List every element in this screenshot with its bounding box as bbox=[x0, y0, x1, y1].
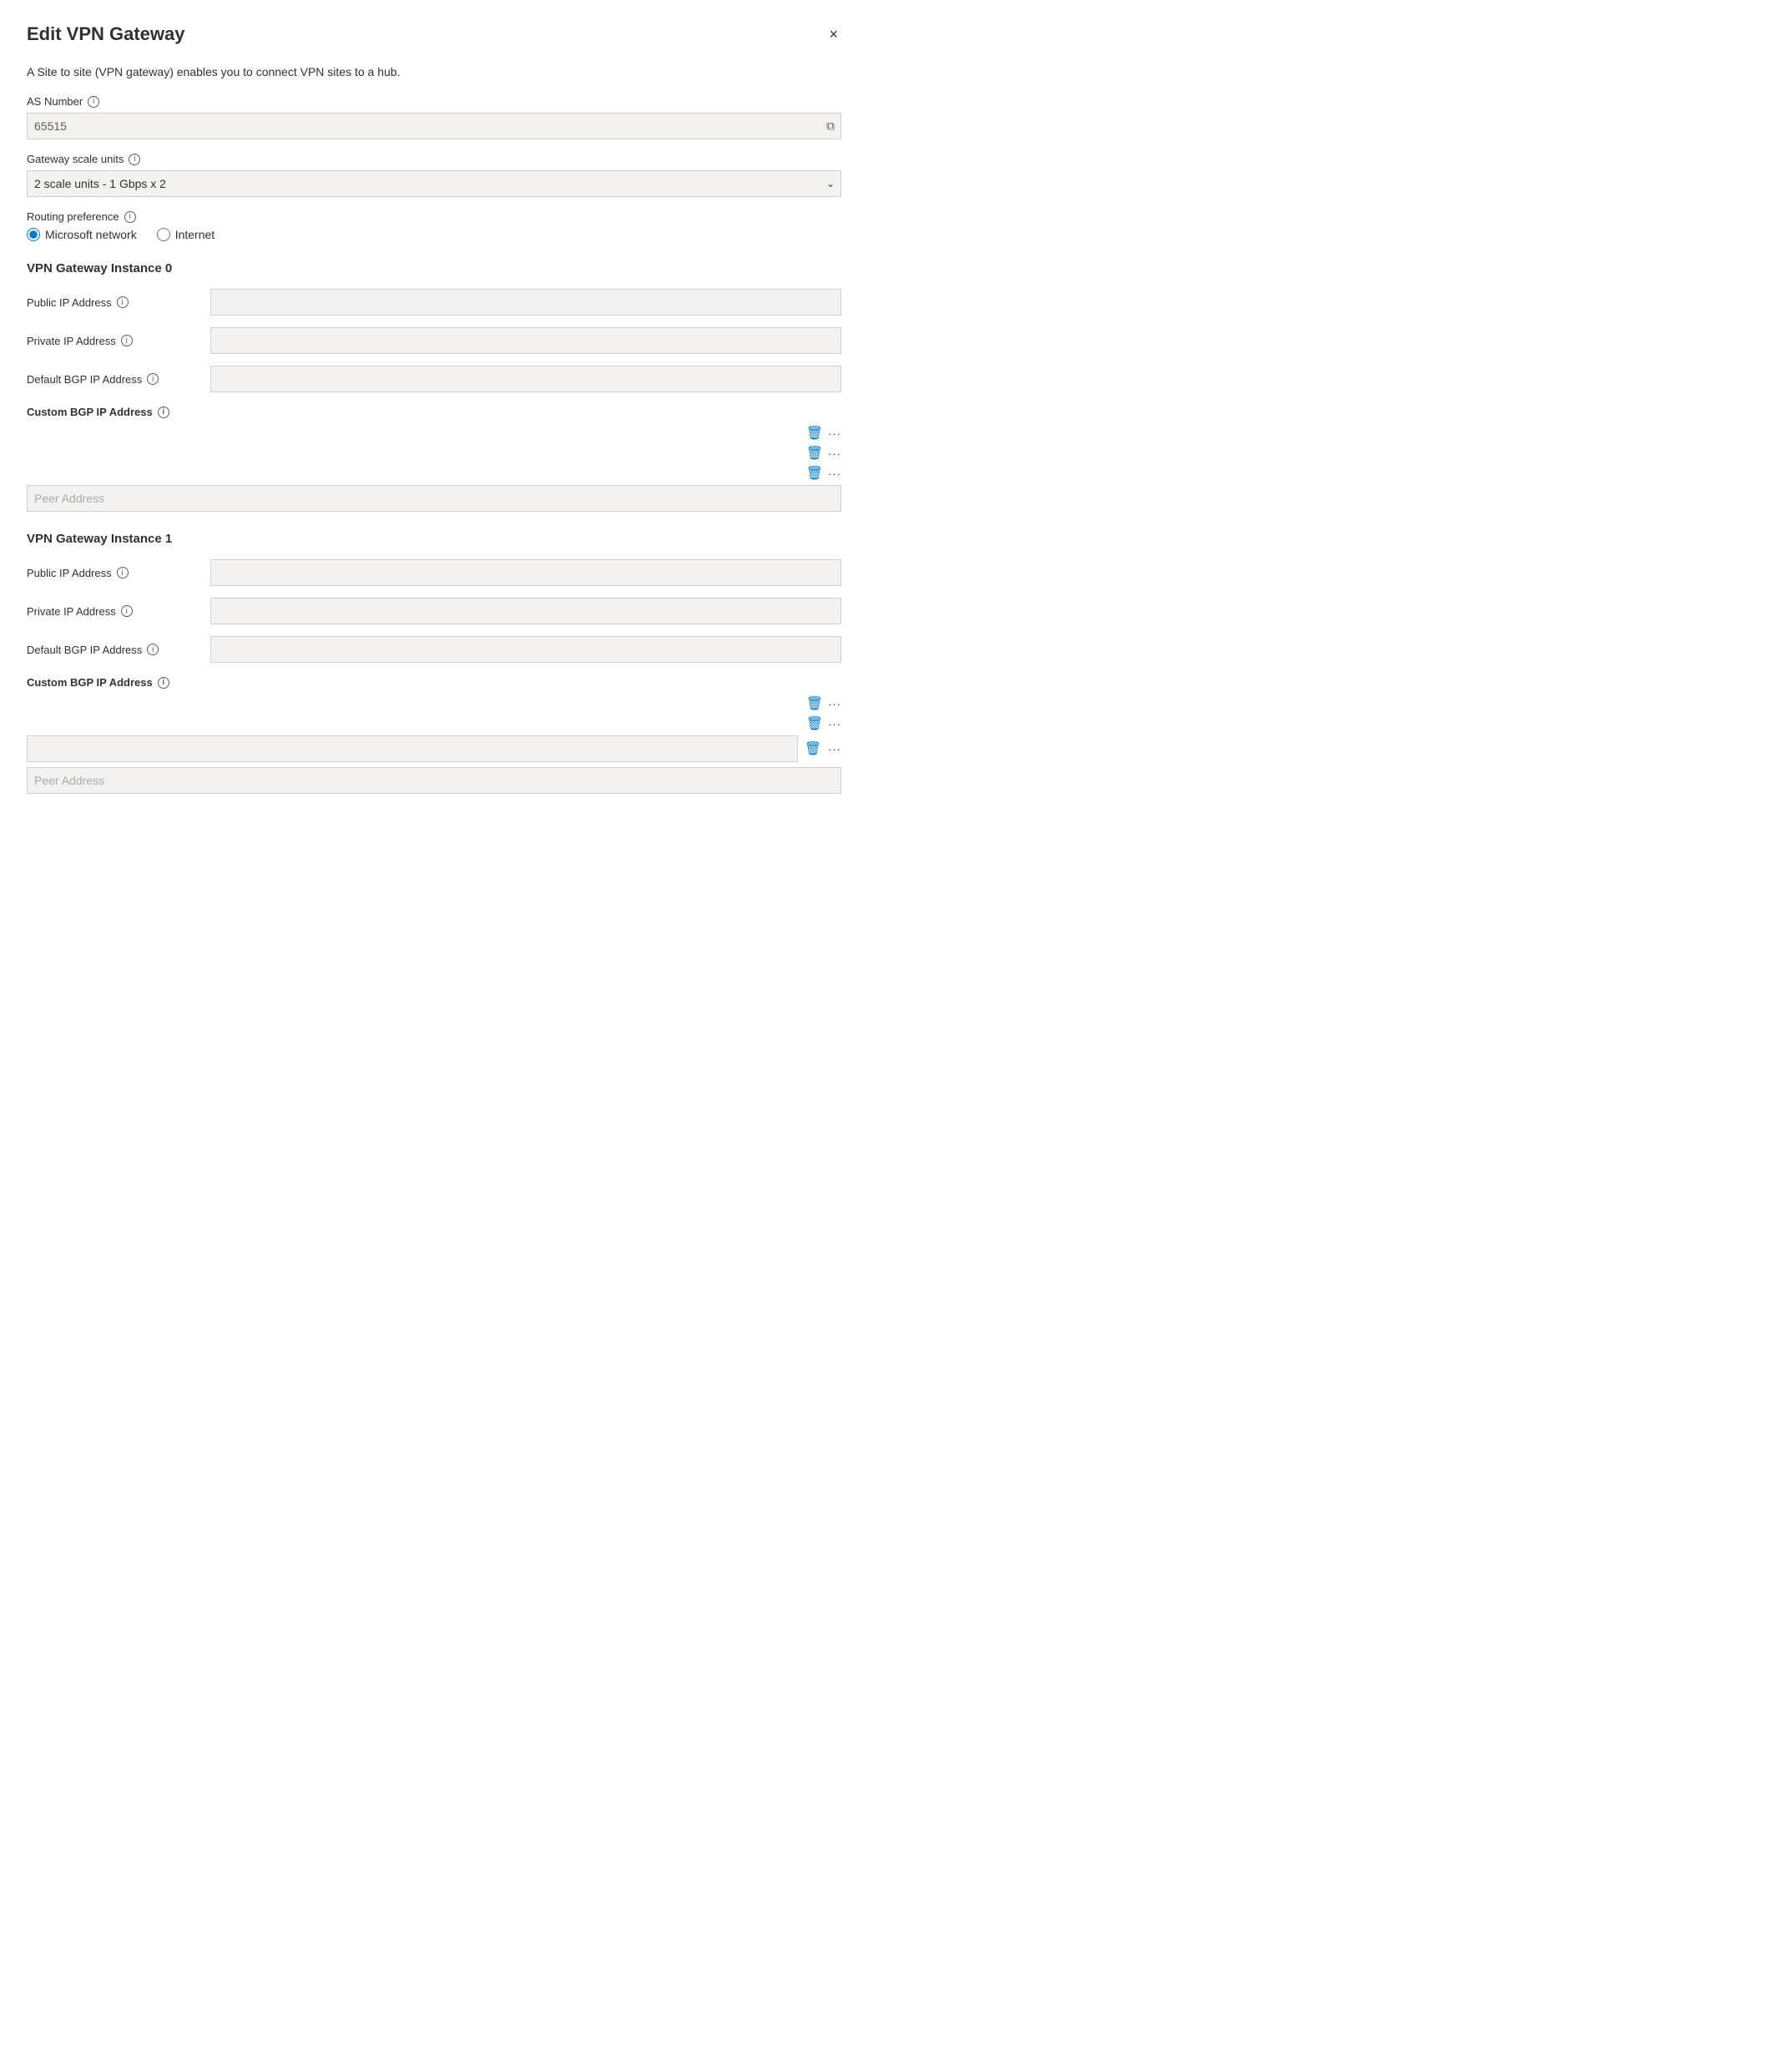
as-number-input-wrapper: ⧉ bbox=[27, 113, 841, 139]
routing-preference-info-icon[interactable]: i bbox=[124, 211, 136, 223]
instance0-private-ip-row: Private IP Address i bbox=[27, 327, 841, 354]
instance1-peer-address-group bbox=[27, 767, 841, 794]
dialog-description: A Site to site (VPN gateway) enables you… bbox=[27, 65, 841, 78]
instance1-bgp-row3-more-icon[interactable]: ··· bbox=[828, 743, 841, 755]
instance1-default-bgp-input-wrapper bbox=[210, 636, 841, 663]
instance0-private-ip-info-icon[interactable]: i bbox=[121, 335, 133, 346]
instance1-default-bgp-input[interactable] bbox=[210, 636, 841, 663]
instance0-bgp-row2-actions: 🗑 ··· bbox=[27, 445, 841, 462]
instance1-default-bgp-info-icon[interactable]: i bbox=[147, 644, 159, 655]
as-number-input[interactable] bbox=[27, 113, 841, 139]
instance0-custom-bgp-info-icon[interactable]: i bbox=[158, 407, 169, 418]
instance1-private-ip-label: Private IP Address i bbox=[27, 605, 210, 618]
instance1-bgp-row1-trash-icon[interactable]: 🗑 bbox=[806, 695, 823, 712]
instance0-default-bgp-input-wrapper bbox=[210, 366, 841, 392]
instance0-peer-address-group bbox=[27, 485, 841, 512]
instance1-bgp-row2-more-icon[interactable]: ··· bbox=[828, 718, 841, 730]
instance1-bgp-row2-actions: 🗑 ··· bbox=[27, 715, 841, 732]
instance1-bgp-row1-more-icon[interactable]: ··· bbox=[828, 698, 841, 710]
instance1-public-ip-input-wrapper bbox=[210, 559, 841, 586]
edit-vpn-gateway-dialog: Edit VPN Gateway × A Site to site (VPN g… bbox=[0, 0, 868, 2066]
instance0-default-bgp-row: Default BGP IP Address i bbox=[27, 366, 841, 392]
instance0-public-ip-input[interactable] bbox=[210, 289, 841, 316]
instance0-bgp-row3-more-icon[interactable]: ··· bbox=[828, 467, 841, 480]
instance0-default-bgp-input[interactable] bbox=[210, 366, 841, 392]
instance0-bgp-row1-actions: 🗑 ··· bbox=[27, 425, 841, 442]
instance1-section-title: VPN Gateway Instance 1 bbox=[27, 532, 841, 546]
routing-internet-label: Internet bbox=[175, 228, 215, 241]
as-number-group: AS Number i ⧉ bbox=[27, 95, 841, 139]
close-button[interactable]: × bbox=[825, 23, 841, 45]
gateway-scale-select[interactable]: 2 scale units - 1 Gbps x 2 bbox=[27, 170, 841, 197]
gateway-scale-group: Gateway scale units i 2 scale units - 1 … bbox=[27, 153, 841, 197]
instance0-bgp-row2-more-icon[interactable]: ··· bbox=[828, 447, 841, 460]
routing-internet-radio[interactable] bbox=[157, 228, 170, 241]
instance0-bgp-row1-trash-icon[interactable]: 🗑 bbox=[806, 425, 823, 442]
instance0-default-bgp-label: Default BGP IP Address i bbox=[27, 373, 210, 386]
instance1-private-ip-input[interactable] bbox=[210, 598, 841, 624]
as-number-label: AS Number i bbox=[27, 95, 841, 108]
instance1-bgp-row3-input[interactable] bbox=[27, 735, 798, 762]
gateway-scale-label: Gateway scale units i bbox=[27, 153, 841, 165]
instance0-peer-address-input[interactable] bbox=[27, 485, 841, 512]
routing-microsoft-radio[interactable] bbox=[27, 228, 40, 241]
dialog-title: Edit VPN Gateway bbox=[27, 23, 185, 45]
instance1-bgp-row2-trash-icon[interactable]: 🗑 bbox=[806, 715, 823, 732]
instance1-private-ip-input-wrapper bbox=[210, 598, 841, 624]
instance0-public-ip-label: Public IP Address i bbox=[27, 296, 210, 309]
instance1-default-bgp-row: Default BGP IP Address i bbox=[27, 636, 841, 663]
as-number-info-icon[interactable]: i bbox=[88, 96, 99, 108]
routing-internet-option[interactable]: Internet bbox=[157, 228, 215, 241]
gateway-scale-select-wrapper: 2 scale units - 1 Gbps x 2 ⌄ bbox=[27, 170, 841, 197]
gateway-scale-info-icon[interactable]: i bbox=[129, 154, 140, 165]
instance0-section-title: VPN Gateway Instance 0 bbox=[27, 261, 841, 275]
instance1-public-ip-label: Public IP Address i bbox=[27, 567, 210, 579]
routing-microsoft-option[interactable]: Microsoft network bbox=[27, 228, 137, 241]
instance0-private-ip-input[interactable] bbox=[210, 327, 841, 354]
instance0-bgp-row2-trash-icon[interactable]: 🗑 bbox=[806, 445, 823, 462]
routing-preference-group: Routing preference i Microsoft network I… bbox=[27, 210, 841, 241]
instance1-public-ip-row: Public IP Address i bbox=[27, 559, 841, 586]
instance1-public-ip-info-icon[interactable]: i bbox=[117, 567, 129, 578]
instance0-public-ip-row: Public IP Address i bbox=[27, 289, 841, 316]
instance1-bgp-row1-actions: 🗑 ··· bbox=[27, 695, 841, 712]
instance0-public-ip-input-wrapper bbox=[210, 289, 841, 316]
instance0-private-ip-input-wrapper bbox=[210, 327, 841, 354]
instance1-default-bgp-label: Default BGP IP Address i bbox=[27, 644, 210, 656]
instance1-private-ip-row: Private IP Address i bbox=[27, 598, 841, 624]
instance1-private-ip-info-icon[interactable]: i bbox=[121, 605, 133, 617]
instance1-peer-address-input[interactable] bbox=[27, 767, 841, 794]
routing-microsoft-label: Microsoft network bbox=[45, 228, 137, 241]
dialog-header: Edit VPN Gateway × bbox=[27, 23, 841, 45]
instance1-bgp-row3-trash-icon[interactable]: 🗑 bbox=[805, 740, 821, 757]
instance1-custom-bgp-info-icon[interactable]: i bbox=[158, 677, 169, 689]
copy-icon[interactable]: ⧉ bbox=[826, 119, 835, 134]
instance0-bgp-row1-more-icon[interactable]: ··· bbox=[828, 427, 841, 440]
routing-preference-label: Routing preference i bbox=[27, 210, 841, 223]
instance0-private-ip-label: Private IP Address i bbox=[27, 335, 210, 347]
instance0-custom-bgp-label: Custom BGP IP Address i bbox=[27, 406, 841, 418]
instance1-bgp-row3: 🗑 ··· bbox=[27, 735, 841, 762]
instance0-bgp-row3-actions: 🗑 ··· bbox=[27, 465, 841, 482]
instance0-public-ip-info-icon[interactable]: i bbox=[117, 296, 129, 308]
instance0-default-bgp-info-icon[interactable]: i bbox=[147, 373, 159, 385]
instance1-custom-bgp-label: Custom BGP IP Address i bbox=[27, 676, 841, 689]
instance0-bgp-row3-trash-icon[interactable]: 🗑 bbox=[806, 465, 823, 482]
instance1-public-ip-input[interactable] bbox=[210, 559, 841, 586]
routing-options: Microsoft network Internet bbox=[27, 228, 841, 241]
